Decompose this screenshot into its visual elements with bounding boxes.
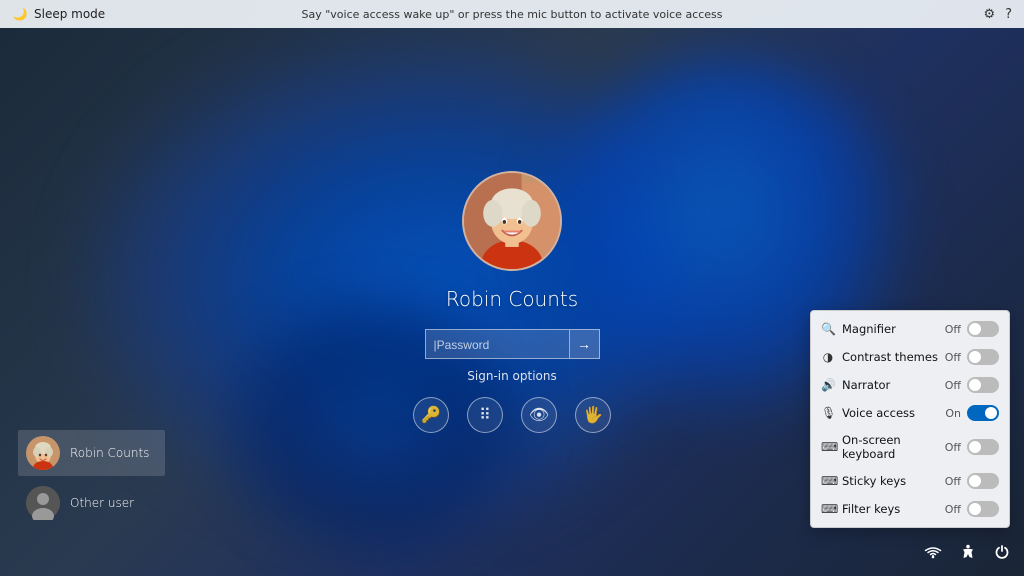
help-icon[interactable]: ?: [1005, 7, 1012, 22]
topbar: 🌙 Sleep mode Say "voice access wake up" …: [0, 0, 1024, 28]
accessibility-panel: 🔍 Magnifier Off ◑ Contrast themes Off 🔊 Narrato…: [810, 310, 1010, 528]
user-item-robin[interactable]: Robin Counts: [18, 430, 165, 476]
access-icon-6: ⌨: [821, 502, 835, 516]
topbar-left: 🌙 Sleep mode: [12, 6, 105, 22]
access-state-0: Off: [945, 323, 961, 336]
grid-signin-button[interactable]: ⠿: [467, 397, 503, 433]
sleep-label: Sleep mode: [34, 7, 105, 21]
access-label-5: Sticky keys: [842, 474, 906, 488]
access-toggle-sticky-keys[interactable]: [967, 473, 999, 489]
access-icon-3: 🎙: [821, 406, 835, 420]
signin-options-link[interactable]: Sign-in options: [467, 369, 556, 383]
access-toggle-narrator[interactable]: [967, 377, 999, 393]
access-label-3: Voice access: [842, 406, 915, 420]
access-toggle-contrast-themes[interactable]: [967, 349, 999, 365]
toggle-thumb-2: [969, 379, 981, 391]
signin-icons: 🔑 ⠿ 👁 🖐: [413, 397, 611, 433]
eye-signin-button[interactable]: 👁: [521, 397, 557, 433]
access-icon-2: 🔊: [821, 378, 835, 392]
toggle-thumb-1: [969, 351, 981, 363]
access-label-1: Contrast themes: [842, 350, 938, 364]
access-icon-5: ⌨: [821, 474, 835, 488]
access-label-6: Filter keys: [842, 502, 900, 516]
access-toggle-voice-access[interactable]: [967, 405, 999, 421]
password-input[interactable]: [425, 329, 570, 359]
pin-signin-button[interactable]: 🔑: [413, 397, 449, 433]
toggle-thumb-5: [969, 475, 981, 487]
access-state-1: Off: [945, 351, 961, 364]
accessibility-row-magnifier[interactable]: 🔍 Magnifier Off: [811, 315, 1009, 343]
bottom-right-icons: [924, 544, 1010, 564]
accessibility-row-voice-access[interactable]: 🎙 Voice access On: [811, 399, 1009, 427]
user-switcher: Robin Counts Other user: [18, 430, 165, 526]
sleep-icon: 🌙: [12, 6, 28, 22]
access-icon-1: ◑: [821, 350, 835, 364]
access-icon-0: 🔍: [821, 322, 835, 336]
toggle-thumb-4: [969, 441, 981, 453]
wifi-icon[interactable]: [924, 545, 942, 563]
toggle-thumb-6: [969, 503, 981, 515]
access-toggle-magnifier[interactable]: [967, 321, 999, 337]
accessibility-icon[interactable]: [960, 544, 976, 564]
user-label-other: Other user: [70, 496, 134, 510]
accessibility-row-on-screen-keyboard[interactable]: ⌨ On-screen keyboardOff: [811, 427, 1009, 467]
access-state-3: On: [945, 407, 961, 420]
accessibility-row-contrast-themes[interactable]: ◑ Contrast themes Off: [811, 343, 1009, 371]
access-icon-4: ⌨: [821, 440, 835, 454]
eye-icon: 👁: [529, 405, 549, 425]
access-label-4: On-screen keyboard: [842, 433, 945, 461]
accessibility-row-sticky-keys[interactable]: ⌨ Sticky keys Off: [811, 467, 1009, 495]
user-avatar-other: [26, 486, 60, 520]
user-label-robin: Robin Counts: [70, 446, 149, 460]
user-item-other[interactable]: Other user: [18, 480, 165, 526]
access-state-4: Off: [945, 441, 961, 454]
access-toggle-on-screen-keyboard[interactable]: [967, 439, 999, 455]
voice-hint: Say "voice access wake up" or press the …: [301, 8, 722, 21]
access-state-6: Off: [945, 503, 961, 516]
toggle-thumb-0: [969, 323, 981, 335]
access-state-5: Off: [945, 475, 961, 488]
access-toggle-filter-keys[interactable]: [967, 501, 999, 517]
avatar: [462, 171, 562, 271]
password-submit-button[interactable]: →: [570, 329, 600, 359]
access-label-2: Narrator: [842, 378, 890, 392]
access-label-0: Magnifier: [842, 322, 896, 336]
topbar-right: ⚙ ?: [983, 7, 1012, 22]
user-avatar-robin: [26, 436, 60, 470]
password-row: →: [425, 329, 600, 359]
accessibility-row-filter-keys[interactable]: ⌨ Filter keys Off: [811, 495, 1009, 523]
power-icon[interactable]: [994, 544, 1010, 564]
toggle-thumb-3: [985, 407, 997, 419]
settings-icon[interactable]: ⚙: [983, 7, 995, 22]
fingerprint-icon: 🖐: [583, 405, 603, 425]
grid-icon: ⠿: [479, 405, 491, 425]
username-label: Robin Counts: [446, 287, 578, 311]
access-state-2: Off: [945, 379, 961, 392]
accessibility-row-narrator[interactable]: 🔊 Narrator Off: [811, 371, 1009, 399]
fingerprint-signin-button[interactable]: 🖐: [575, 397, 611, 433]
pin-icon: 🔑: [421, 405, 441, 425]
